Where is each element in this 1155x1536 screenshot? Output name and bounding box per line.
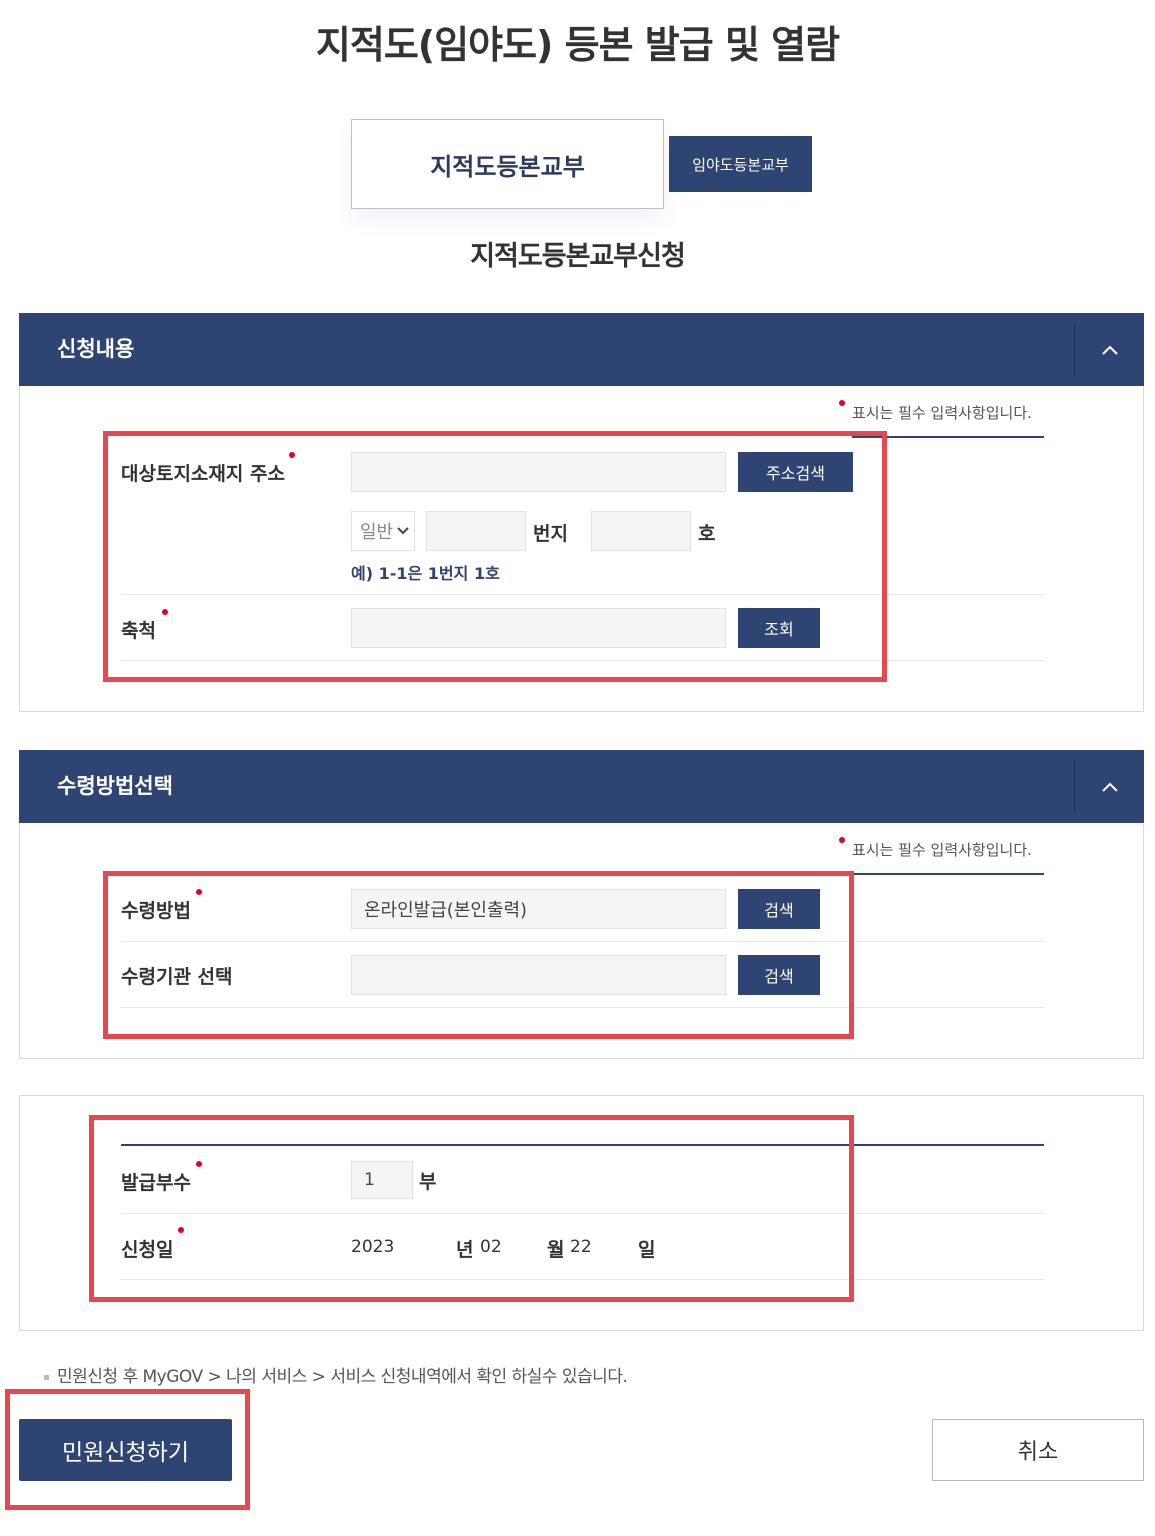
- highlight-frame: [103, 431, 887, 682]
- highlight-frame: [103, 871, 854, 1039]
- required-dot: [839, 400, 845, 406]
- chevron-up-icon: [1101, 345, 1118, 355]
- required-note: 표시는 필수 입력사항입니다.: [852, 404, 1032, 422]
- footer-note-text: 민원신청 후 MyGOV > 나의 서비스 > 서비스 신청내역에서 확인 하실…: [57, 1367, 628, 1387]
- tab-cadastral-map-copy[interactable]: 지적도등본교부: [351, 119, 664, 209]
- required-note: 표시는 필수 입력사항입니다.: [852, 841, 1032, 859]
- collapse-button[interactable]: [1075, 750, 1144, 823]
- form-subtitle: 지적도등본교부신청: [470, 241, 686, 272]
- chevron-up-icon: [1101, 782, 1118, 792]
- note-underline: [852, 873, 1044, 875]
- collapse-button[interactable]: [1075, 313, 1144, 386]
- section-receipt-header: 수령방법선택: [19, 750, 1144, 823]
- page-title: 지적도(임야도) 등본 발급 및 열람: [315, 23, 840, 67]
- highlight-frame: [5, 1389, 250, 1510]
- required-dot: [839, 837, 845, 843]
- highlight-frame: [89, 1115, 854, 1302]
- footer-note: 민원신청 후 MyGOV > 나의 서비스 > 서비스 신청내역에서 확인 하실…: [44, 1362, 628, 1387]
- tab-forest-map-copy[interactable]: 임야도등본교부: [669, 136, 812, 192]
- section-application-header: 신청내용: [19, 313, 1144, 386]
- section-title: 신청내용: [57, 337, 135, 361]
- section-title: 수령방법선택: [57, 774, 173, 798]
- cancel-button[interactable]: 취소: [932, 1419, 1144, 1481]
- bullet-icon: [44, 1374, 49, 1380]
